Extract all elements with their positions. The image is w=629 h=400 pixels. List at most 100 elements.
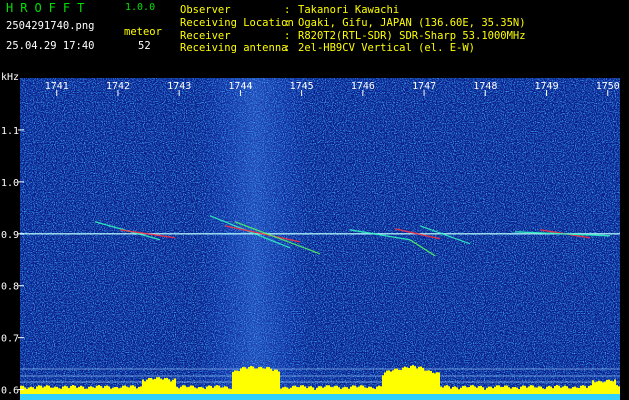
histogram-bar: [64, 385, 66, 394]
histogram-bar: [398, 369, 400, 394]
histogram-bar: [252, 366, 254, 394]
histogram-bar: [500, 386, 502, 394]
histogram-bar: [62, 386, 64, 394]
histogram-bar: [536, 387, 538, 394]
histogram-bar: [344, 386, 346, 394]
histogram-bar: [296, 386, 298, 394]
histogram-bar: [378, 385, 380, 394]
histogram-bar: [266, 367, 268, 394]
histogram-bar: [278, 371, 280, 394]
histogram-bar: [306, 388, 308, 394]
histogram-bar: [82, 386, 84, 394]
file-name: 2504291740.png: [6, 20, 95, 32]
histogram-bar: [96, 385, 98, 394]
histogram-bar: [408, 367, 410, 394]
receiver-label: Receiver: [180, 30, 231, 42]
histogram-bar: [264, 368, 266, 394]
histogram-bar: [84, 388, 86, 394]
histogram-bar: [526, 387, 528, 394]
histogram-bar: [416, 368, 418, 394]
histogram-bar: [566, 386, 568, 394]
histogram-bar: [72, 385, 74, 394]
histogram-bar: [612, 381, 614, 394]
histogram-bar: [138, 386, 140, 394]
antenna-value: 2el-HB9CV Vertical (el. E-W): [298, 42, 476, 54]
histogram-bar: [142, 379, 144, 394]
histogram-bar: [178, 388, 180, 394]
histogram-bar: [198, 387, 200, 394]
histogram-bar: [330, 386, 332, 394]
receiver-colon: :: [284, 30, 291, 42]
histogram-bar: [418, 366, 420, 394]
histogram-bar: [480, 385, 482, 394]
histogram-bar: [194, 387, 196, 394]
histogram-bar: [316, 387, 318, 394]
histogram-bar: [486, 387, 488, 394]
histogram-bar: [462, 386, 464, 394]
y-tick-label: 1.1: [1, 126, 19, 137]
histogram-bar: [504, 385, 506, 394]
histogram-bar: [546, 386, 548, 394]
histogram-bar: [420, 366, 422, 394]
histogram-bar: [32, 387, 34, 394]
histogram-bar: [114, 387, 116, 394]
histogram-bar: [120, 387, 122, 394]
antenna-colon: :: [284, 42, 291, 54]
histogram-bar: [40, 385, 42, 394]
histogram-bar: [70, 385, 72, 394]
histogram-bar: [322, 387, 324, 394]
histogram-bar: [588, 385, 590, 394]
histogram-bar: [294, 385, 296, 394]
histogram-bar: [548, 385, 550, 394]
histogram-bar: [262, 368, 264, 394]
histogram-bar: [212, 387, 214, 394]
histogram-bar: [524, 385, 526, 394]
histogram-bar: [328, 385, 330, 394]
histogram-bar: [188, 386, 190, 394]
histogram-bar: [146, 379, 148, 394]
app-version: 1.0.0: [125, 2, 156, 13]
histogram-bar: [490, 386, 492, 394]
meteor-label: meteor: [124, 26, 162, 38]
histogram-bar: [58, 388, 60, 394]
histogram-bar: [424, 370, 426, 394]
histogram-bar: [318, 386, 320, 394]
histogram-bar: [618, 386, 620, 394]
histogram-bar: [388, 370, 390, 394]
histogram-bar: [562, 386, 564, 394]
histogram-bar: [558, 385, 560, 394]
histogram-bar: [368, 386, 370, 394]
histogram-bar: [540, 386, 542, 394]
histogram-bar: [232, 371, 234, 394]
spectrogram-glow-band: [200, 78, 310, 400]
histogram-bar: [360, 385, 362, 394]
histogram-bar: [158, 377, 160, 394]
histogram-bar: [42, 387, 44, 394]
histogram-bar: [610, 380, 612, 394]
y-tick-label: 0.6: [1, 386, 19, 397]
histogram-bar: [474, 386, 476, 394]
histogram-bar: [218, 385, 220, 394]
histogram-bar: [338, 387, 340, 394]
histogram-bar: [164, 378, 166, 394]
histogram-bar: [542, 388, 544, 394]
histogram-bar: [508, 387, 510, 394]
histogram-bar: [380, 386, 382, 394]
histogram-bar: [290, 387, 292, 394]
histogram-bar: [250, 365, 252, 394]
histogram-bar: [288, 388, 290, 394]
histogram-bar: [78, 386, 80, 394]
histogram-bar: [236, 370, 238, 394]
histogram-bar: [432, 372, 434, 394]
histogram-bar: [410, 365, 412, 394]
histogram-bar: [206, 386, 208, 394]
histogram-bar: [26, 388, 28, 394]
histogram-bar: [484, 389, 486, 394]
histogram-bar: [166, 377, 168, 394]
histogram-bar: [162, 379, 164, 394]
histogram-bar: [186, 387, 188, 394]
location-label: Receiving Location: [180, 17, 294, 29]
histogram-bar: [532, 385, 534, 394]
histogram-bar: [614, 379, 616, 394]
histogram-bar: [492, 388, 494, 394]
